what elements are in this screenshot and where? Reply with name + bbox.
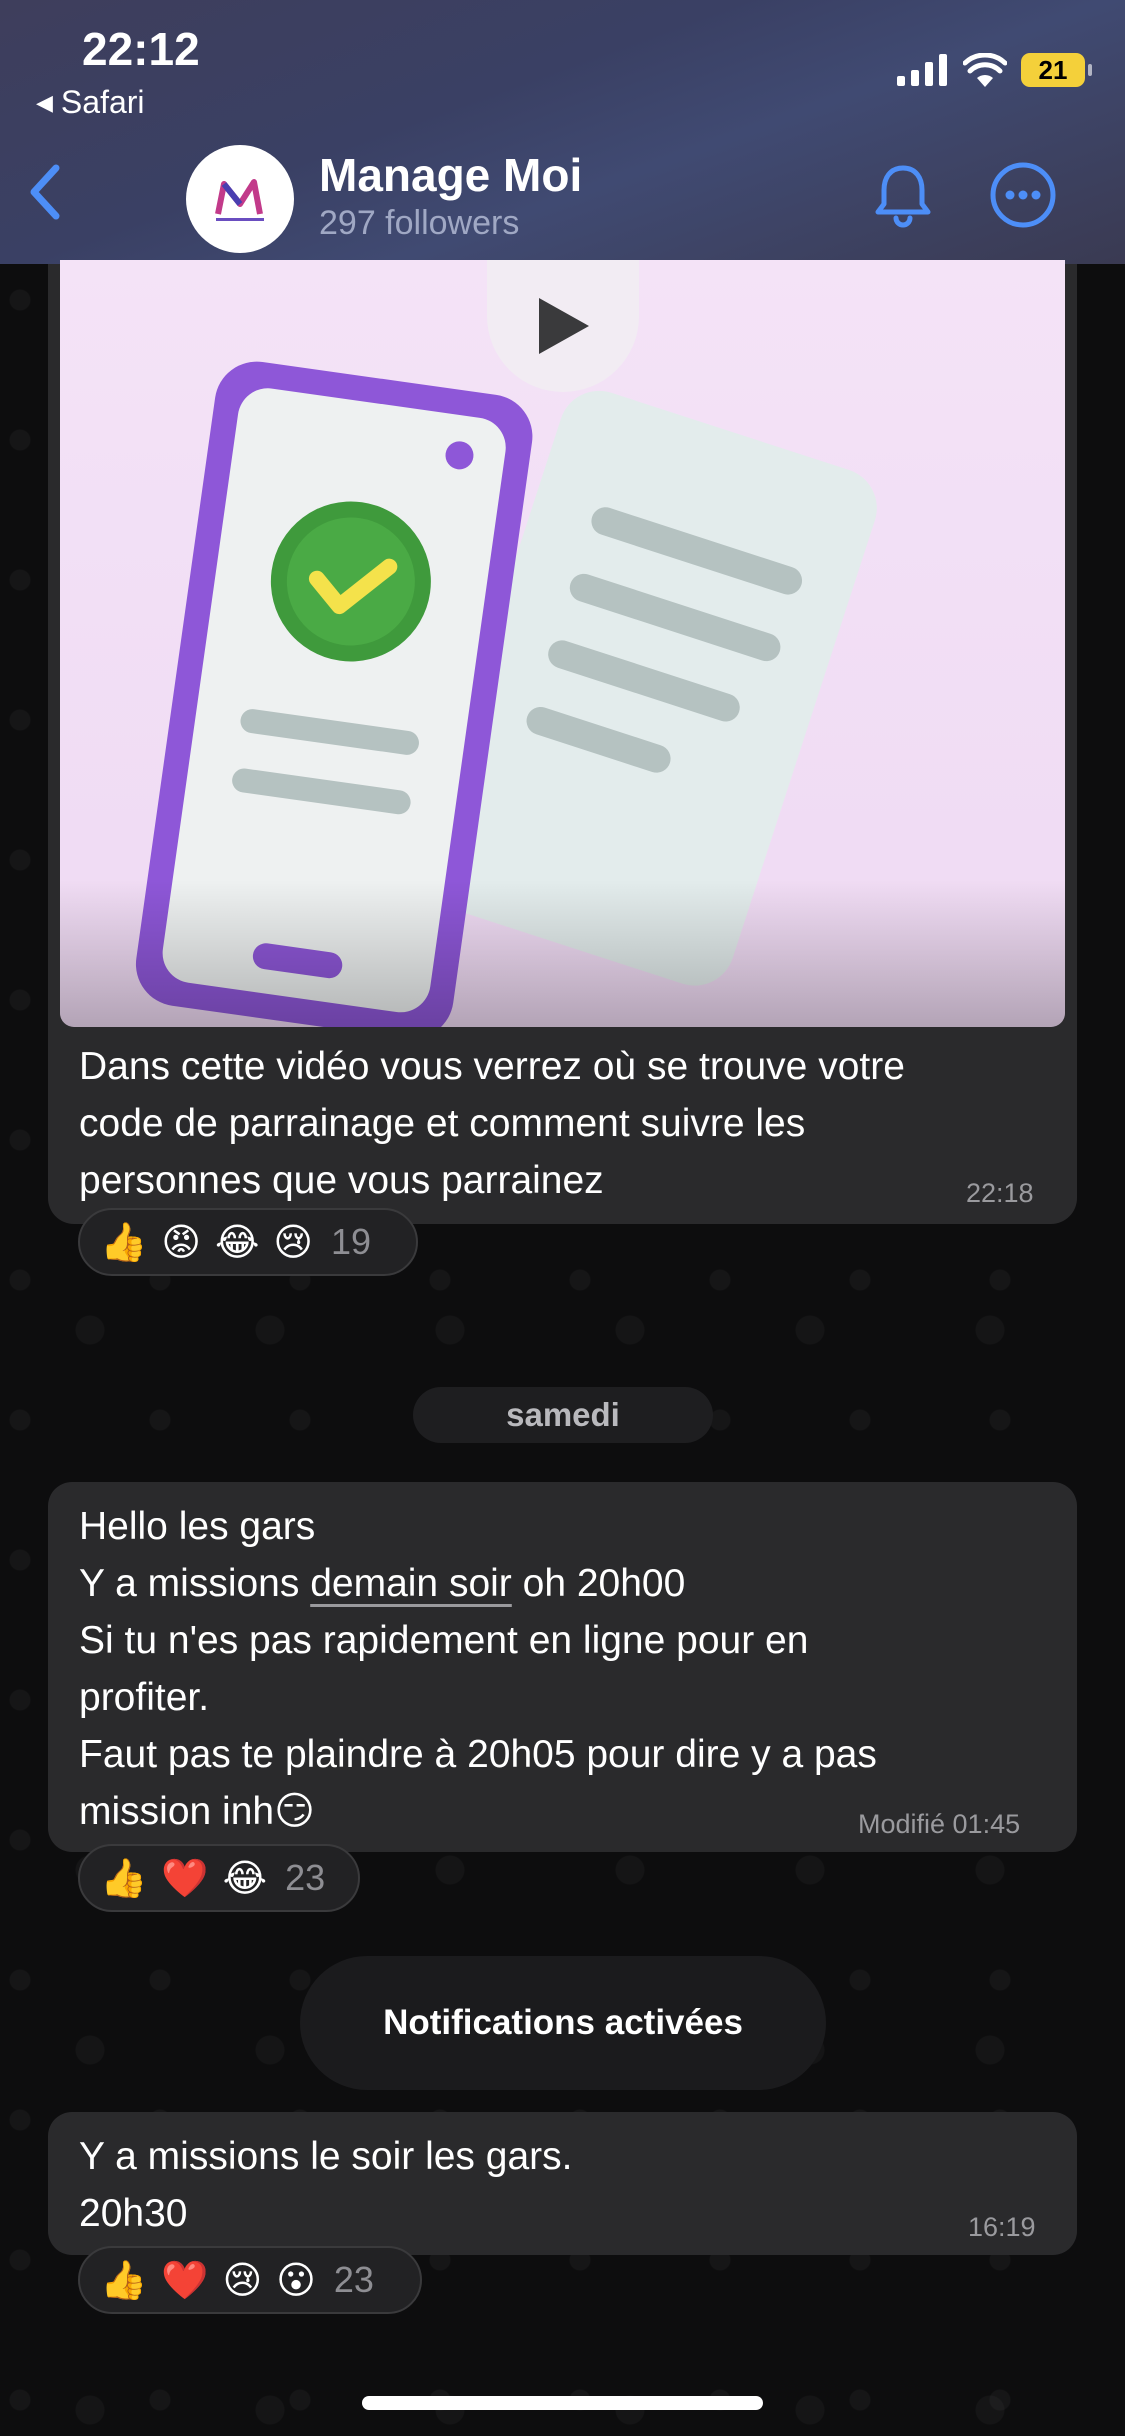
battery-level: 21	[1038, 54, 1068, 85]
more-icon[interactable]	[988, 160, 1058, 230]
status-indicators: 21	[897, 50, 1092, 90]
battery-icon: 21	[1021, 53, 1092, 87]
date-link[interactable]: demain soir	[310, 1562, 512, 1605]
message-line: Y a missions demain soir oh 20h00	[79, 1555, 1059, 1612]
reaction-count: 23	[285, 1857, 326, 1898]
status-time: 22:12	[82, 23, 200, 75]
reaction-surprised[interactable]: 😮	[276, 2261, 316, 2299]
message-text-span: oh 20h00	[511, 1562, 686, 1605]
reaction-count: 19	[330, 1221, 372, 1262]
chevron-left-icon[interactable]	[24, 162, 64, 222]
notification-toast: Notifications activées	[300, 1956, 826, 2090]
reactions-bar[interactable]: 👍 ❤️ 😂 23	[78, 1844, 360, 1912]
followers-count: 297 followers	[319, 204, 520, 242]
wifi-icon	[963, 53, 1007, 87]
message-time: 16:19	[968, 2212, 1036, 2242]
bell-icon[interactable]	[868, 160, 938, 230]
manage-moi-logo	[215, 179, 264, 221]
back-app-label: Safari	[60, 84, 145, 120]
home-indicator[interactable]	[362, 2396, 763, 2410]
reaction-cry[interactable]: 😢	[223, 2261, 263, 2299]
reaction-heart[interactable]: ❤️	[161, 2261, 208, 2299]
message-text: Y a missions le soir les gars. 20h30	[79, 2135, 573, 2235]
message-line: Hello les gars	[79, 1505, 316, 1548]
reaction-angry[interactable]: 😡	[161, 1223, 201, 1261]
reaction-thumbs-up[interactable]: 👍	[100, 1223, 147, 1261]
date-separator: samedi	[413, 1387, 713, 1443]
message-line: Si tu n'es pas rapidement en ligne pour …	[79, 1619, 877, 1833]
back-triangle-icon: ◀	[36, 90, 53, 115]
back-to-app-link[interactable]: ◀ Safari	[36, 84, 145, 121]
chat-header: 22:12 ◀ Safari 21 Manage Moi 297 follower…	[0, 0, 1125, 264]
reactions-bar[interactable]: 👍 ❤️ 😢 😮 23	[78, 2246, 422, 2314]
reaction-count: 23	[333, 2259, 374, 2300]
channel-title[interactable]: Manage Moi	[319, 148, 582, 202]
reaction-laugh[interactable]: 😂	[223, 1859, 267, 1897]
message-time: 22:18	[966, 1178, 1034, 1208]
message-time: Modifié 01:45	[858, 1809, 1021, 1839]
reaction-cry[interactable]: 😢	[273, 1223, 313, 1261]
reaction-thumbs-up[interactable]: 👍	[100, 1859, 147, 1897]
signal-icon	[897, 54, 947, 86]
channel-avatar[interactable]	[186, 145, 294, 253]
reaction-thumbs-up[interactable]: 👍	[100, 2261, 147, 2299]
reaction-heart[interactable]: ❤️	[161, 1859, 208, 1897]
video-caption: Dans cette vidéo vous verrez où se trouv…	[79, 1045, 905, 1202]
reaction-laugh[interactable]: 😂	[215, 1223, 259, 1261]
message-text-span: Y a missions	[79, 1562, 311, 1605]
message-text: Hello les gars Y a missions demain soir …	[79, 1498, 1059, 1840]
reactions-bar[interactable]: 👍 😡 😂 😢 19	[78, 1208, 418, 1276]
video-thumbnail[interactable]	[60, 260, 1065, 1027]
play-icon	[539, 298, 589, 354]
